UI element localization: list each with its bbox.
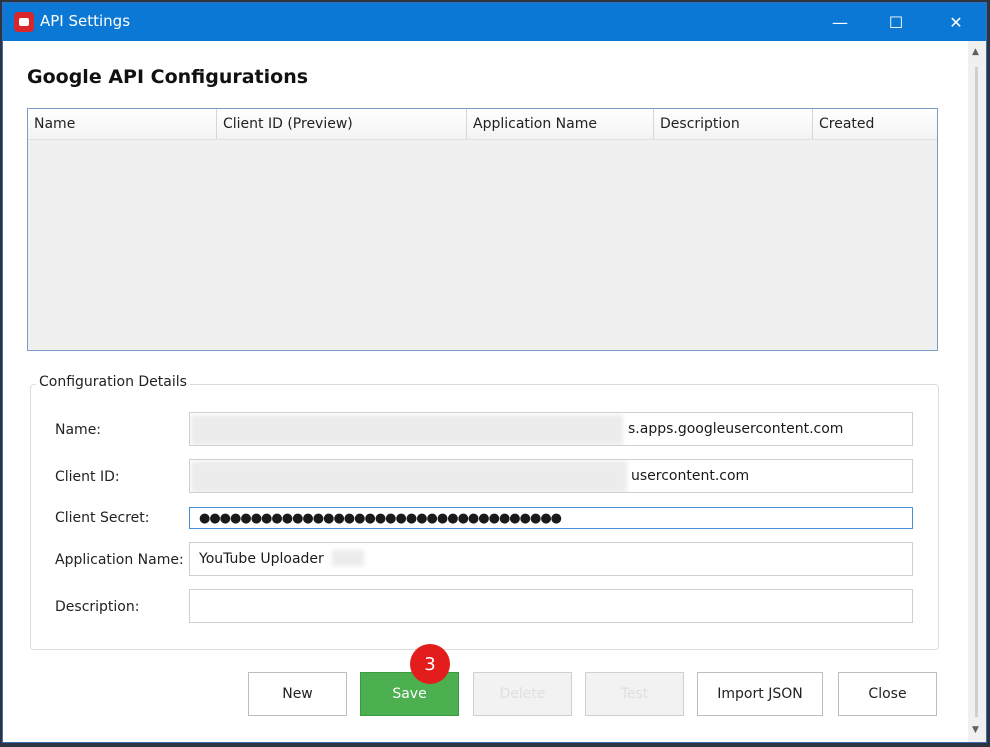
column-description[interactable]: Description <box>654 109 813 139</box>
application-name-field[interactable]: YouTube Uploader <box>189 542 913 576</box>
application-name-label: Application Name: <box>55 552 184 568</box>
name-value: s.apps.googleusercontent.com <box>628 421 844 437</box>
client-secret-label: Client Secret: <box>55 510 150 526</box>
new-button[interactable]: New <box>248 672 347 716</box>
maximize-button[interactable]: ☐ <box>873 3 919 41</box>
grid-header: Name Client ID (Preview) Application Nam… <box>28 109 937 140</box>
application-name-value: YouTube Uploader <box>199 551 324 567</box>
vertical-scrollbar[interactable]: ▲ ▼ <box>968 41 986 742</box>
client-id-field[interactable]: usercontent.com <box>189 459 913 493</box>
client-secret-field[interactable]: ●●●●●●●●●●●●●●●●●●●●●●●●●●●●●●●●●●● <box>189 507 913 529</box>
description-field[interactable] <box>189 589 913 623</box>
column-name[interactable]: Name <box>28 109 217 139</box>
description-label: Description: <box>55 599 140 615</box>
delete-button[interactable]: Delete <box>473 672 572 716</box>
minimize-button[interactable]: — <box>817 3 863 41</box>
test-button[interactable]: Test <box>585 672 684 716</box>
scroll-down-icon[interactable]: ▼ <box>972 725 979 735</box>
redacted-area <box>191 461 627 492</box>
client-id-label: Client ID: <box>55 469 120 485</box>
scroll-thumb[interactable] <box>975 67 978 717</box>
step-badge: 3 <box>410 644 450 684</box>
import-json-button[interactable]: Import JSON <box>697 672 823 716</box>
configurations-grid[interactable]: Name Client ID (Preview) Application Nam… <box>27 108 938 351</box>
client-secret-value: ●●●●●●●●●●●●●●●●●●●●●●●●●●●●●●●●●●● <box>199 511 562 526</box>
name-label: Name: <box>55 422 102 438</box>
window-title: API Settings <box>40 12 131 30</box>
column-client-id[interactable]: Client ID (Preview) <box>217 109 467 139</box>
column-application-name[interactable]: Application Name <box>467 109 654 139</box>
app-icon <box>14 12 34 32</box>
close-window-button[interactable]: ✕ <box>933 3 979 41</box>
close-button[interactable]: Close <box>838 672 937 716</box>
save-button[interactable]: Save <box>360 672 459 716</box>
redacted-area <box>191 415 623 445</box>
scroll-up-icon[interactable]: ▲ <box>972 47 979 57</box>
column-created[interactable]: Created <box>813 109 937 139</box>
configuration-details-legend: Configuration Details <box>36 374 190 390</box>
redacted-area <box>332 550 365 566</box>
page-title: Google API Configurations <box>27 66 309 88</box>
client-id-value: usercontent.com <box>631 468 750 484</box>
name-field[interactable]: s.apps.googleusercontent.com <box>189 412 913 446</box>
title-bar[interactable]: API Settings — ☐ ✕ <box>3 3 986 41</box>
